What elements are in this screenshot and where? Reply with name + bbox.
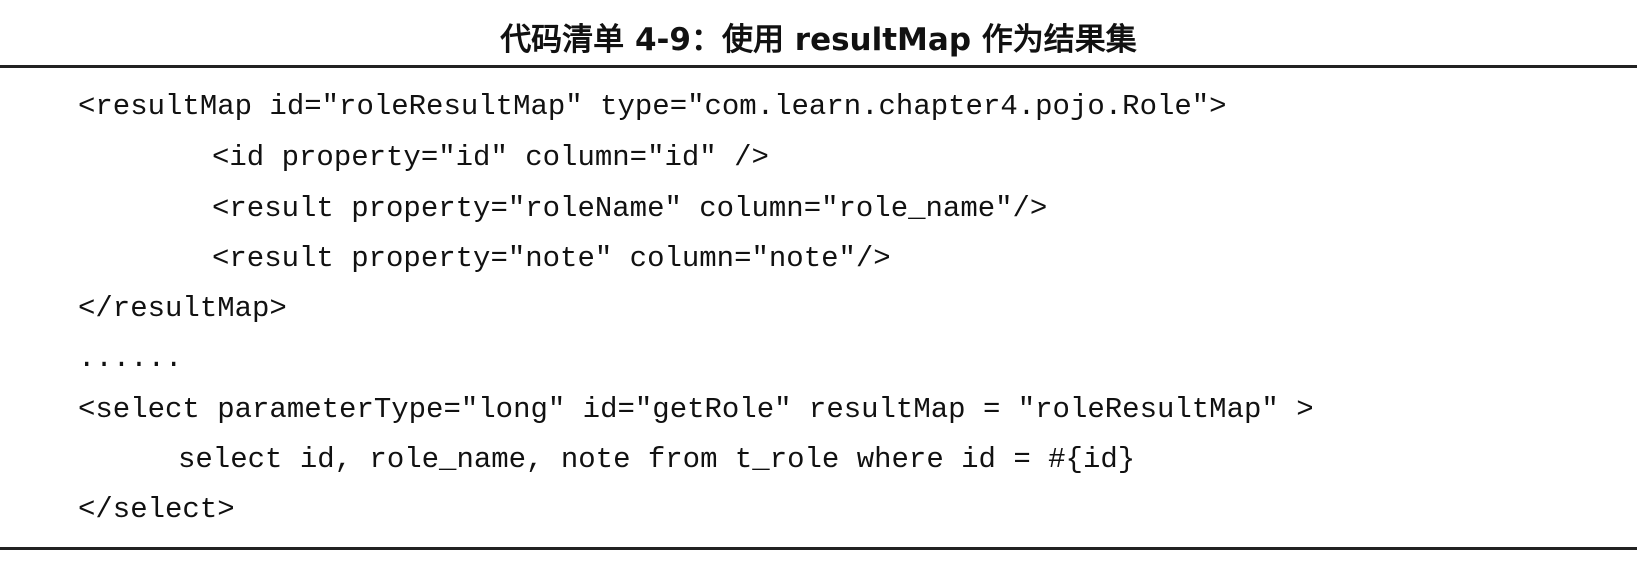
code-line: select id, role_name, note from t_role w… [178,443,1136,476]
bottom-rule [0,547,1637,550]
code-line: <select parameterType="long" id="getRole… [78,393,1314,426]
code-line: <result property="note" column="note"/> [212,242,891,275]
code-line: </select> [78,493,235,526]
code-line: ...... [78,342,183,375]
code-line: <resultMap id="roleResultMap" type="com.… [78,90,1227,123]
code-line: <result property="roleName" column="role… [212,192,1048,225]
code-line: <id property="id" column="id" /> [212,141,769,174]
code-block: <resultMap id="roleResultMap" type="com.… [0,0,1637,573]
code-line: </resultMap> [78,292,287,325]
document-page: 代码清单 4-9：使用 resultMap 作为结果集 <resultMap i… [0,0,1637,573]
